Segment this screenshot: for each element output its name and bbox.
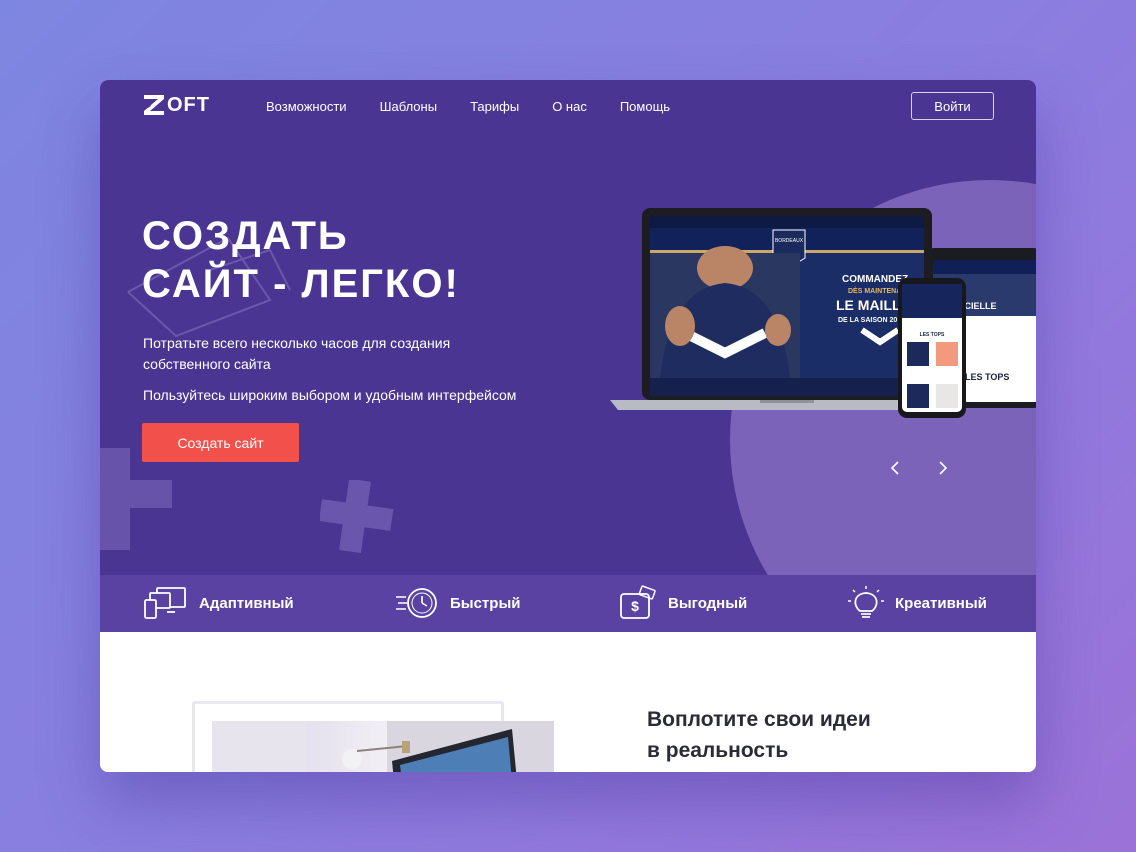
- logo-z-icon: [144, 95, 164, 115]
- nav-item-templates[interactable]: Шаблоны: [380, 99, 438, 114]
- nav-item-help[interactable]: Помощь: [620, 99, 670, 114]
- nav-item-pricing[interactable]: Тарифы: [470, 99, 519, 114]
- feature-label: Адаптивный: [199, 594, 294, 612]
- mockup-banner-line1: COMMANDEZ: [842, 274, 908, 285]
- landing-page-card: OFT Возможности Шаблоны Тарифы О нас Пом…: [100, 80, 1036, 772]
- phone-section-text: LES TOPS: [920, 332, 945, 338]
- wallet-icon: $: [620, 585, 656, 619]
- section-title: Воплотите свои идеи в реальность: [647, 704, 947, 766]
- feature-fast: Быстрый: [394, 583, 520, 623]
- feature-profitable: $ Выгодный: [618, 583, 747, 623]
- mockup-banner-line4: DE LA SAISON 20: [838, 317, 897, 324]
- feature-creative: Креативный: [847, 583, 987, 623]
- hero-title-line2: САЙТ - ЛЕГКО!: [142, 262, 460, 306]
- hero-section: OFT Возможности Шаблоны Тарифы О нас Пом…: [100, 80, 1036, 575]
- feature-label: Креативный: [895, 594, 987, 612]
- svg-text:$: $: [631, 598, 639, 614]
- brand-logo[interactable]: OFT: [143, 93, 210, 117]
- tablet-header-text: ICIELLE: [962, 301, 997, 311]
- login-button[interactable]: Войти: [911, 92, 994, 120]
- features-bar: Адаптивный Быстрый $ Выгодный Креативный: [100, 575, 1036, 632]
- fast-clock-icon: [396, 588, 437, 618]
- workspace-photo: [212, 721, 554, 772]
- section-title-line2: в реальность: [647, 739, 789, 762]
- logo-text: OFT: [167, 93, 210, 116]
- section-title-line1: Воплотите свои идеи: [647, 708, 871, 731]
- devices-icon: [144, 587, 186, 619]
- chevron-right-icon[interactable]: [935, 458, 951, 478]
- decorative-plus-small: [320, 480, 394, 554]
- hero-title-line1: СОЗДАТЬ: [142, 214, 349, 258]
- tablet-section-text: LES TOPS: [965, 372, 1009, 382]
- feature-adaptive: Адаптивный: [143, 583, 294, 623]
- lightbulb-icon: [848, 586, 884, 618]
- nav-item-features[interactable]: Возможности: [266, 99, 347, 114]
- hero-subtitle: Потратьте всего несколько часов для созд…: [143, 335, 451, 372]
- phone-mockup: LES TOPS: [898, 278, 966, 418]
- feature-label: Быстрый: [450, 594, 521, 612]
- nav-item-about[interactable]: О нас: [552, 99, 587, 114]
- ideas-section: Воплотите свои идеи в реальность: [100, 632, 1036, 772]
- feature-label: Выгодный: [668, 594, 748, 612]
- chevron-left-icon[interactable]: [887, 458, 903, 478]
- main-nav: Возможности Шаблоны Тарифы О нас Помощь: [266, 99, 703, 114]
- device-mockup: ICIELLE LES TOPS BORDEAUX COMMANDEZ DÈS …: [610, 208, 1036, 418]
- create-site-button[interactable]: Создать сайт: [142, 423, 299, 462]
- mockup-badge-text: BORDEAUX: [775, 238, 804, 244]
- hero-title: СОЗДАТЬ САЙТ - ЛЕГКО!: [142, 212, 460, 308]
- hero-subtitle-secondary: Пользуйтесь широким выбором и удобным ин…: [143, 387, 517, 403]
